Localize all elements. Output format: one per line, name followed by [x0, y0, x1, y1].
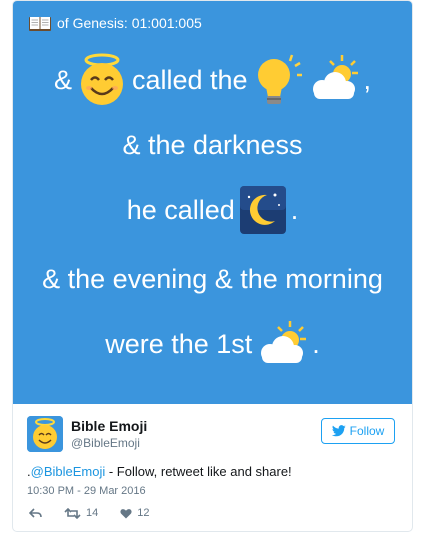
- tweet-actions: 14 12: [29, 507, 172, 519]
- line5-suffix: .: [312, 328, 320, 359]
- light-bulb-icon: [257, 54, 302, 104]
- line2-text: & the darkness: [122, 129, 303, 160]
- line3-suffix: .: [290, 194, 299, 225]
- timestamp[interactable]: 10:30 PM - 29 Mar 2016: [27, 485, 146, 497]
- smiling-face-with-halo-icon: [80, 53, 123, 105]
- verse-line-4: & the evening & the morning: [13, 261, 412, 297]
- mention-link[interactable]: @BibleEmoji: [31, 464, 106, 479]
- reply-button[interactable]: [29, 507, 42, 519]
- bible-emoji-avatar-icon: [27, 416, 63, 452]
- tweet-text: .@BibleEmoji - Follow, retweet like and …: [27, 464, 292, 479]
- retweet-count: 14: [86, 507, 99, 519]
- line1-prefix: &: [53, 64, 72, 95]
- tweet-text-body: - Follow, retweet like and share!: [105, 464, 292, 479]
- tweet-image[interactable]: of Genesis: 01:001:005 & called the , & …: [13, 1, 412, 404]
- sun-behind-cloud-icon: [261, 321, 307, 363]
- verse-line-3: he called .: [13, 185, 412, 235]
- tweet-card: of Genesis: 01:001:005 & called the , & …: [12, 0, 413, 532]
- follow-button[interactable]: Follow: [321, 418, 395, 444]
- retweet-button[interactable]: 14: [64, 507, 98, 519]
- follow-button-label: Follow: [349, 424, 385, 438]
- line1-text: called the: [131, 64, 248, 95]
- line1-suffix: ,: [363, 64, 372, 95]
- line4-text: & the evening & the morning: [42, 263, 383, 294]
- crescent-moon-night-icon: [239, 186, 286, 234]
- like-button[interactable]: 12: [120, 507, 150, 519]
- tweet-footer: Bible Emoji @BibleEmoji Follow .@BibleEm…: [13, 404, 412, 531]
- author-name[interactable]: Bible Emoji: [71, 418, 147, 434]
- line3-text: he called: [126, 194, 235, 225]
- verse-reference-text: of Genesis: 01:001:005: [57, 15, 202, 31]
- line5-text: were the 1st: [105, 328, 253, 359]
- open-book-icon: [29, 16, 51, 31]
- verse-reference: of Genesis: 01:001:005: [29, 15, 202, 31]
- author-handle[interactable]: @BibleEmoji: [71, 436, 140, 450]
- heart-icon: [120, 508, 132, 518]
- avatar[interactable]: [27, 416, 63, 452]
- verse-line-2: & the darkness: [13, 127, 412, 163]
- sun-behind-cloud-icon: [312, 55, 358, 99]
- reply-icon: [29, 507, 42, 518]
- retweet-icon: [64, 507, 81, 519]
- verse-line-5: were the 1st .: [13, 319, 412, 369]
- twitter-bird-icon: [331, 425, 346, 437]
- like-count: 12: [137, 507, 150, 519]
- verse-line-1: & called the ,: [13, 53, 412, 107]
